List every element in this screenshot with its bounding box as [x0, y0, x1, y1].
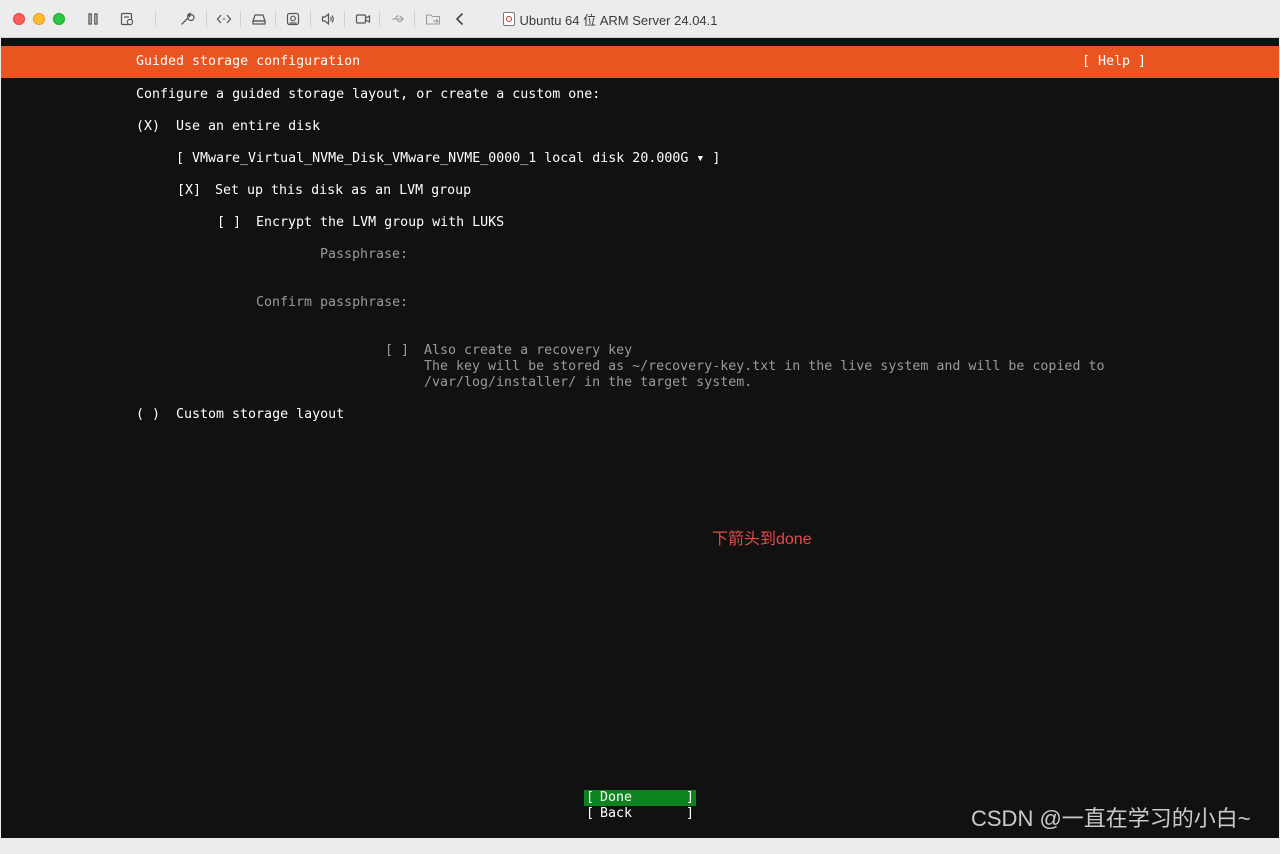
minimize-window-button[interactable]	[33, 13, 45, 25]
back-label: Back	[600, 806, 633, 821]
sound-icon[interactable]	[317, 9, 339, 29]
disk-select[interactable]: [ VMware_Virtual_NVMe_Disk_VMware_NVME_0…	[176, 151, 720, 166]
vm-document-icon	[502, 12, 515, 26]
window-titlebar: Ubuntu 64 位 ARM Server 24.04.1	[0, 0, 1280, 38]
pause-icon[interactable]	[82, 9, 104, 29]
camera-icon[interactable]	[282, 9, 304, 29]
entire-disk-radio[interactable]: (X)	[136, 119, 160, 134]
intro-text: Configure a guided storage layout, or cr…	[136, 87, 601, 102]
encrypt-checkbox[interactable]: [ ]	[217, 215, 241, 230]
custom-layout-label[interactable]: Custom storage layout	[176, 407, 344, 422]
lvm-label[interactable]: Set up this disk as an LVM group	[215, 183, 471, 198]
encrypt-label[interactable]: Encrypt the LVM group with LUKS	[256, 215, 504, 230]
entire-disk-label[interactable]: Use an entire disk	[176, 119, 320, 134]
page-title: Guided storage configuration	[136, 54, 361, 69]
recovery-key-description-2: /var/log/installer/ in the target system…	[424, 375, 753, 390]
passphrase-label: Passphrase:	[320, 247, 409, 262]
close-window-button[interactable]	[13, 13, 25, 25]
help-button[interactable]: [ Help ]	[1082, 54, 1146, 69]
wrench-icon[interactable]	[176, 9, 198, 29]
confirm-passphrase-label: Confirm passphrase:	[256, 295, 409, 310]
code-icon[interactable]	[213, 9, 235, 29]
vm-console[interactable]: Guided storage configuration [ Help ] Co…	[1, 38, 1279, 838]
annotation-text: 下箭头到done	[712, 531, 812, 548]
lvm-checkbox[interactable]: [X]	[177, 183, 201, 198]
window-title-text: Ubuntu 64 位 ARM Server 24.04.1	[519, 12, 718, 28]
custom-layout-radio[interactable]: ( )	[136, 407, 160, 422]
recovery-key-label: Also create a recovery key	[424, 343, 633, 358]
watermark: CSDN @一直在学习的小白~	[971, 806, 1251, 831]
disk-icon[interactable]	[248, 9, 270, 29]
snapshot-icon[interactable]	[116, 9, 138, 29]
recovery-key-checkbox[interactable]: [ ]	[385, 343, 409, 358]
window-title: Ubuntu 64 位 ARM Server 24.04.1	[370, 0, 850, 38]
back-button[interactable]: [Back]	[584, 806, 696, 822]
installer-header: Guided storage configuration [ Help ]	[1, 46, 1279, 78]
recovery-key-description: The key will be stored as ~/recovery-key…	[424, 359, 1105, 374]
zoom-window-button[interactable]	[53, 13, 65, 25]
done-button[interactable]: [Done]	[584, 790, 696, 806]
done-label: Done	[600, 790, 633, 805]
